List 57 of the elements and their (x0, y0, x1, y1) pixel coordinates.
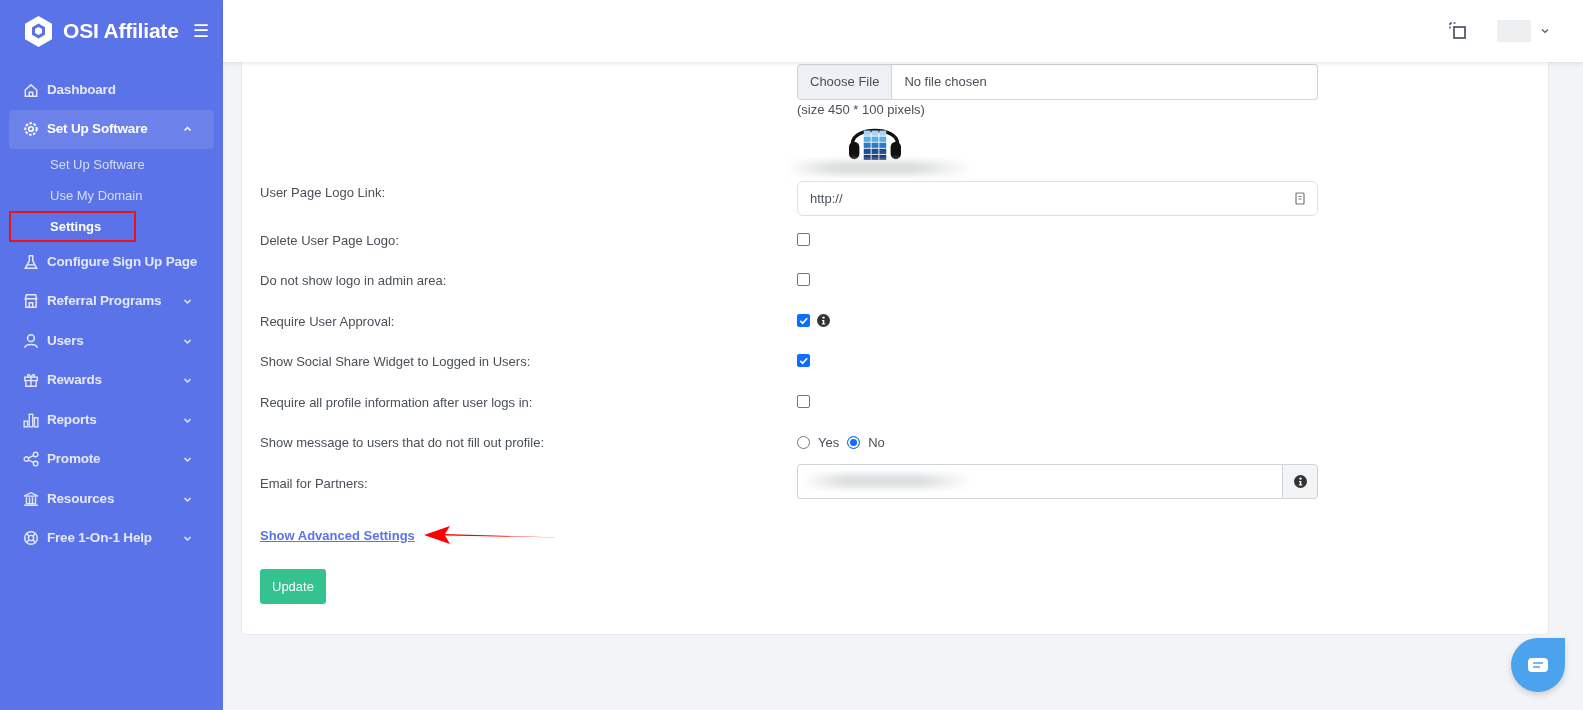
bank-icon (23, 490, 39, 507)
sidebar-item[interactable]: Resources (9, 479, 214, 519)
radio-label: Yes (818, 434, 840, 452)
store-icon (23, 293, 39, 310)
checkbox[interactable] (797, 232, 810, 246)
checkbox[interactable] (797, 273, 810, 286)
sidebar-item[interactable]: Users (9, 321, 214, 361)
radio-button[interactable] (797, 436, 810, 450)
brand-name: OSI Affiliate (63, 18, 179, 45)
chat-button[interactable] (1511, 638, 1565, 692)
checkbox[interactable] (797, 394, 810, 408)
sidebar-item[interactable]: Rewards (9, 360, 214, 400)
update-button[interactable]: Update (260, 569, 326, 604)
file-size-hint: (size 450 * 100 pixels) (797, 101, 926, 119)
sidebar-item[interactable]: Free 1-On-1 Help (9, 518, 214, 558)
gift-icon (23, 372, 39, 389)
checkbox[interactable] (797, 313, 810, 327)
gear-icon (23, 121, 39, 138)
radio-button[interactable] (847, 436, 861, 450)
hexagon-logo-icon (22, 14, 55, 48)
checkbox[interactable] (797, 354, 810, 367)
field-label: Email for Partners: (260, 475, 368, 491)
field-label: User Page Logo Link: (260, 184, 386, 200)
sidebar-item[interactable]: Set Up Software (9, 109, 214, 149)
file-status: No file chosen (903, 73, 987, 92)
bar-chart-icon (23, 411, 39, 428)
radio-label: No (868, 434, 885, 452)
submenu-item[interactable]: Set Up Software (9, 149, 153, 180)
file-name-field[interactable]: No file chosen (892, 64, 1318, 100)
field-label: Do not show logo in admin area: (260, 273, 447, 288)
advanced-settings-link[interactable]: Show Advanced Settings (260, 525, 415, 545)
sidebar-item[interactable]: Reports (9, 400, 214, 440)
submenu-item[interactable]: Use My Domain (9, 180, 151, 211)
sidebar-item[interactable]: Configure Sign Up Page (9, 242, 214, 282)
contact-card-icon (1295, 191, 1305, 205)
flask-icon (23, 253, 39, 270)
field-label: Show message to users that do not fill out profile: (260, 435, 544, 450)
sidebar-item[interactable]: Referral Programs (9, 281, 214, 321)
fullscreen-icon (1449, 22, 1467, 40)
submenu-item[interactable]: Settings (9, 211, 136, 242)
email-field[interactable] (797, 463, 1282, 499)
info-addon[interactable] (1282, 463, 1318, 499)
field-label: Require all profile information after user logs in: (260, 394, 533, 410)
lifebuoy-icon (23, 530, 39, 547)
sidebar-item[interactable]: Promote (9, 439, 214, 479)
home-icon (23, 81, 39, 98)
chat-icon (1528, 658, 1548, 672)
share-icon (23, 451, 39, 468)
info-icon (1293, 474, 1307, 488)
user-icon (23, 332, 39, 349)
choose-file-button[interactable]: Choose File (797, 64, 893, 100)
field-label: Show Social Share Widget to Logged in Users: (260, 354, 531, 369)
url-field[interactable]: http:// (797, 180, 1318, 216)
field-label: Delete User Page Logo: (260, 232, 399, 248)
sidebar-item[interactable]: Dashboard (9, 70, 214, 110)
chevron-down-icon (1541, 28, 1549, 34)
field-label: Require User Approval: (260, 313, 395, 329)
